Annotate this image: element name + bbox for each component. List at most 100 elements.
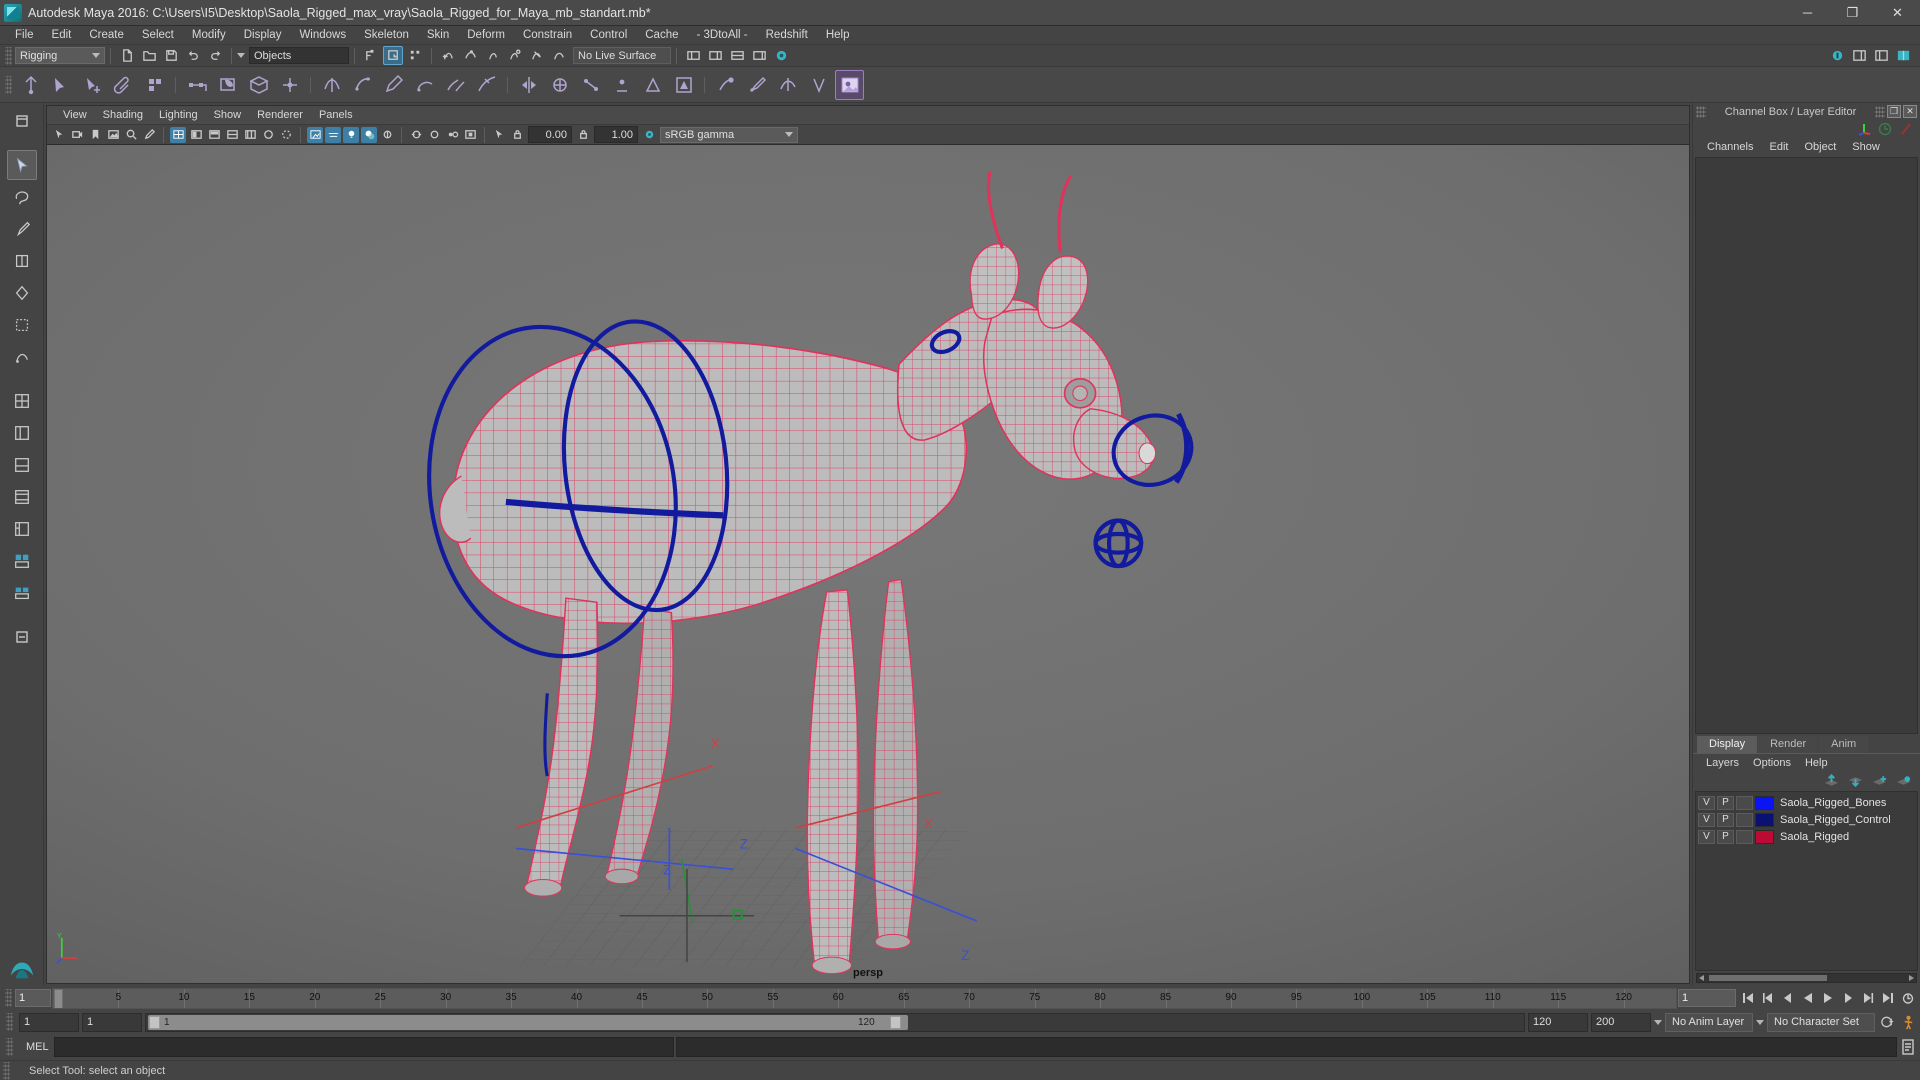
snap-to-projected-center-icon[interactable] [504, 46, 524, 65]
show-hide-editors-icon[interactable] [683, 46, 703, 65]
go-to-end-icon[interactable] [1879, 989, 1897, 1007]
animation-start-field[interactable]: 1 [82, 1012, 142, 1032]
layout-multi-icon[interactable] [7, 514, 37, 544]
lights-icon[interactable] [343, 126, 359, 143]
range-bar-fill[interactable] [148, 1014, 908, 1030]
select-by-hierarchy-icon[interactable] [361, 46, 381, 65]
help-line-grip-icon[interactable] [3, 1061, 10, 1080]
menu-modify[interactable]: Modify [183, 26, 235, 45]
gamma-field[interactable]: 1.00 [594, 126, 638, 143]
menu-windows[interactable]: Windows [290, 26, 355, 45]
menu-select[interactable]: Select [133, 26, 183, 45]
hardware-fog-icon[interactable] [325, 126, 341, 143]
current-frame-field[interactable]: 1 [15, 989, 51, 1007]
viewport-menu-panels[interactable]: Panels [311, 106, 361, 124]
layer-menu-options[interactable]: Options [1746, 754, 1798, 772]
open-scene-icon[interactable] [139, 46, 159, 65]
menu-skin[interactable]: Skin [418, 26, 458, 45]
lattice-deformer-icon[interactable] [213, 70, 242, 100]
close-button[interactable]: ✕ [1875, 0, 1920, 26]
panel-restore-button[interactable]: ❐ [1887, 105, 1901, 118]
toolbox-grip-icon[interactable] [7, 106, 37, 136]
perspective-viewport[interactable]: X Z X Z Z persp Y [47, 145, 1689, 983]
menu-redshift[interactable]: Redshift [757, 26, 817, 45]
pencil-curve-icon[interactable] [379, 70, 408, 100]
menu-3dtoall[interactable]: - 3DtoAll - [688, 26, 757, 45]
smooth-shade-selected-icon[interactable] [206, 127, 222, 143]
render-view-icon[interactable] [771, 46, 791, 65]
new-scene-icon[interactable] [117, 46, 137, 65]
layout-four-view-icon[interactable] [7, 386, 37, 416]
show-hide-tool-settings-icon[interactable] [727, 46, 747, 65]
copy-skin-weights-icon[interactable] [773, 70, 802, 100]
snap-to-view-plane-icon[interactable] [526, 46, 546, 65]
pick-mask-icon[interactable] [491, 127, 507, 143]
parent-constraint-icon[interactable] [182, 70, 211, 100]
snap-to-point-icon[interactable] [482, 46, 502, 65]
nurbs-curve-icon[interactable] [317, 70, 346, 100]
viewport-menu-shading[interactable]: Shading [95, 106, 151, 124]
layer-list[interactable]: V P Saola_Rigged_Bones V P Saola_Rigged_… [1695, 791, 1918, 971]
anim-layer-chevron-icon[interactable] [1654, 1019, 1662, 1025]
cluster-deformer-icon[interactable] [275, 70, 304, 100]
range-left-handle[interactable] [149, 1015, 160, 1029]
color-management-toggle-icon[interactable] [641, 127, 657, 143]
color-profile-dropdown[interactable]: sRGB gamma [660, 126, 798, 143]
go-to-start-icon[interactable] [1739, 989, 1757, 1007]
range-slider-grip-icon[interactable] [6, 1013, 13, 1031]
create-joint-icon[interactable] [16, 70, 45, 100]
show-hide-attribute-editor-icon[interactable] [705, 46, 725, 65]
red-slash-icon[interactable] [1898, 121, 1914, 137]
menu-create[interactable]: Create [80, 26, 133, 45]
shape-editor-icon[interactable] [804, 70, 833, 100]
layer-playback-toggle[interactable]: P [1717, 829, 1734, 844]
command-line-grip-icon[interactable] [6, 1038, 13, 1056]
viewport-menu-view[interactable]: View [55, 106, 95, 124]
step-forward-key-icon[interactable] [1839, 989, 1857, 1007]
command-language-label[interactable]: MEL [18, 1041, 52, 1053]
panel-grip-icon[interactable] [1696, 105, 1706, 118]
select-tool-icon[interactable] [6, 150, 37, 180]
tab-display[interactable]: Display [1697, 736, 1758, 753]
use-default-material-icon[interactable] [260, 127, 276, 143]
remove-joint-icon[interactable] [607, 70, 636, 100]
insert-joint-icon[interactable] [78, 70, 107, 100]
layout-persp-outliner-icon[interactable] [7, 418, 37, 448]
toolbar-grip-icon[interactable] [5, 46, 12, 65]
transform-axes-icon[interactable] [1856, 121, 1872, 137]
tab-anim[interactable]: Anim [1819, 736, 1869, 753]
menu-file[interactable]: File [6, 26, 43, 45]
character-set-chevron-icon[interactable] [1756, 1019, 1764, 1025]
xray-icon[interactable] [278, 127, 294, 143]
textured-icon[interactable] [242, 127, 258, 143]
shelf-grip-icon[interactable] [5, 75, 12, 94]
move-layer-up-icon[interactable] [1823, 774, 1840, 788]
rotate-tool-icon[interactable] [7, 278, 37, 308]
create-layer-from-selected-icon[interactable] [1895, 774, 1912, 788]
smooth-bind-icon[interactable] [711, 70, 740, 100]
animation-clock-icon[interactable] [1877, 121, 1893, 137]
time-slider-track[interactable]: 5 10 15 20 25 30 35 40 45 50 55 60 65 70 75 80 85 90 95 100… [52, 987, 1677, 1009]
soft-select-tool-icon[interactable] [7, 342, 37, 372]
layer-playback-toggle[interactable]: P [1717, 812, 1734, 827]
table-row[interactable]: V P Saola_Rigged_Control [1696, 811, 1917, 828]
redo-icon[interactable] [205, 46, 225, 65]
layout-saved-icon[interactable] [7, 578, 37, 608]
paint-select-tool-icon[interactable] [7, 214, 37, 244]
exposure-lock-icon[interactable] [509, 127, 525, 143]
step-back-key-icon[interactable] [1779, 989, 1797, 1007]
layout-persp-graph-icon[interactable] [7, 450, 37, 480]
auto-keyframe-toggle-icon[interactable] [1878, 1013, 1896, 1031]
set-preferred-angle-icon[interactable] [669, 70, 698, 100]
wrap-deformer-icon[interactable] [244, 70, 273, 100]
move-tool-icon[interactable] [7, 246, 37, 276]
menu-edit[interactable]: Edit [43, 26, 81, 45]
more-layouts-icon[interactable] [7, 622, 37, 652]
quick-rig-icon[interactable] [835, 69, 864, 100]
shadows-icon[interactable] [361, 126, 377, 143]
maximize-button[interactable]: ❐ [1830, 0, 1875, 26]
selection-mask-field[interactable]: Objects [249, 47, 349, 64]
menu-deform[interactable]: Deform [458, 26, 514, 45]
character-set-dropdown[interactable]: No Character Set [1767, 1012, 1875, 1032]
gamma-lock-icon[interactable] [575, 127, 591, 143]
